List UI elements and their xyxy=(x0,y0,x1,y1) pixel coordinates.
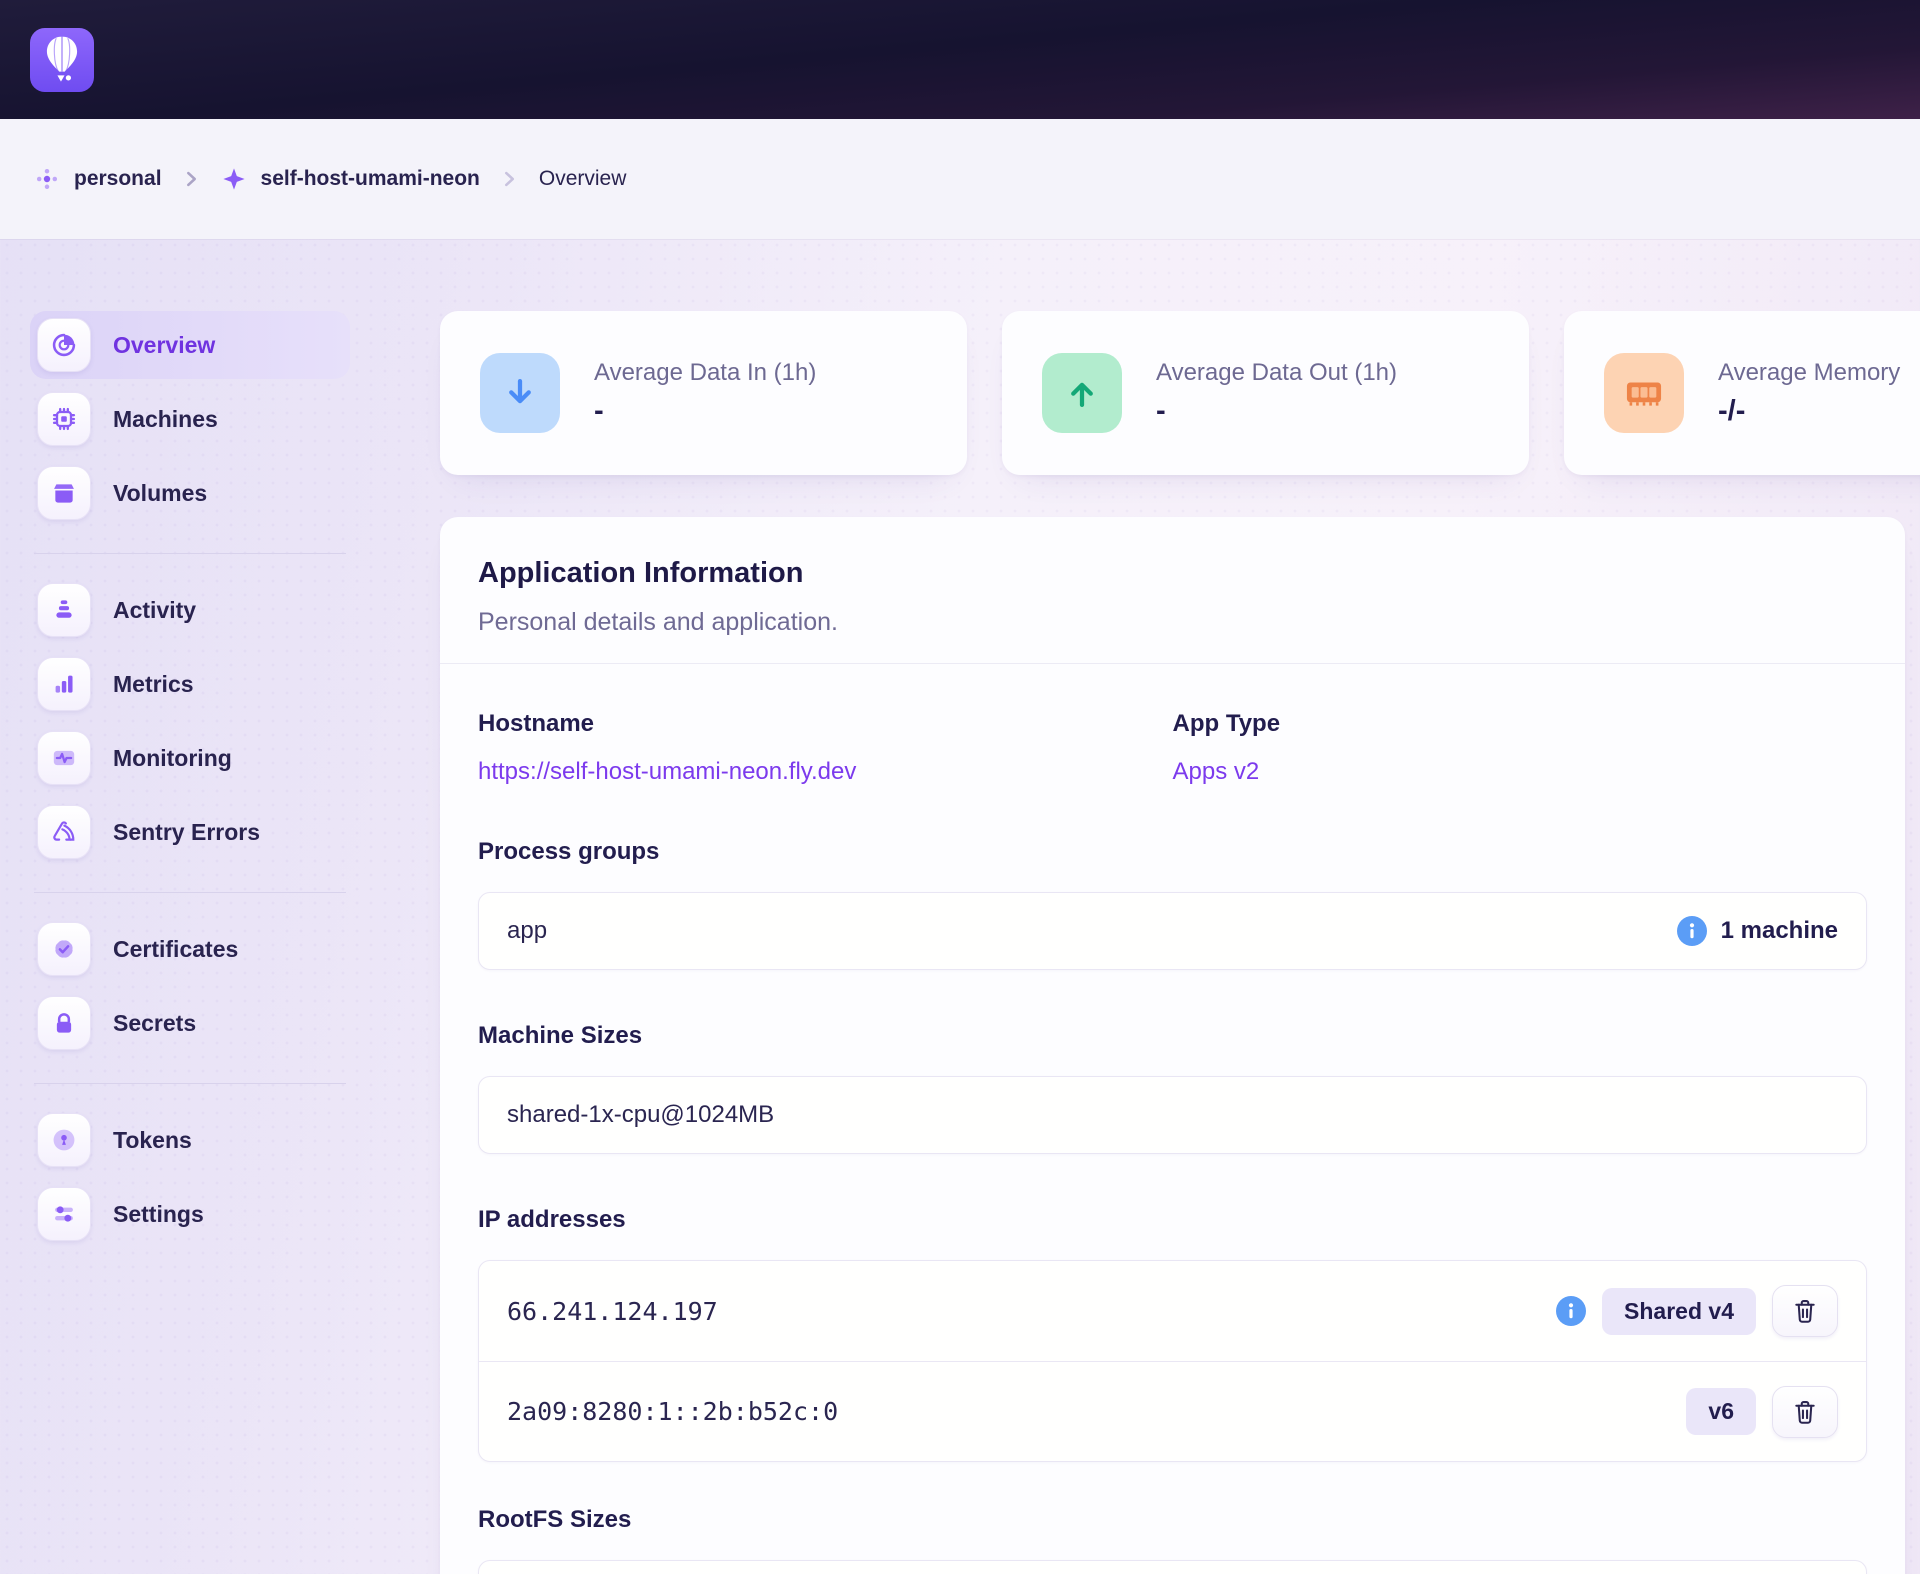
hostname-apptype-row: Hostname https://self-host-umami-neon.fl… xyxy=(478,710,1867,786)
organization-dots-icon xyxy=(34,166,60,192)
stat-label: Average Data Out (1h) xyxy=(1156,359,1397,387)
breadcrumb-page: Overview xyxy=(539,167,627,191)
sliders-icon xyxy=(37,1187,91,1241)
fly-logo-icon[interactable] xyxy=(30,28,94,92)
upload-icon xyxy=(1042,353,1122,433)
process-group-row: app 1 machine xyxy=(478,892,1867,970)
sidebar-item-volumes[interactable]: Volumes xyxy=(30,459,350,527)
stat-card-memory: Average Memory -/- xyxy=(1564,311,1920,475)
overview-gauge-icon xyxy=(37,318,91,372)
ipv4-address: 66.241.124.197 xyxy=(507,1297,718,1326)
sidebar-item-label: Metrics xyxy=(113,671,194,698)
sidebar-item-machines[interactable]: Machines xyxy=(30,385,350,453)
sidebar-item-overview[interactable]: Overview xyxy=(30,311,350,379)
certificate-seal-icon xyxy=(37,922,91,976)
ipv6-address: 2a09:8280:1::2b:b52c:0 xyxy=(507,1397,838,1426)
machine-sizes-section: Machine Sizes shared-1x-cpu@1024MB xyxy=(478,1022,1867,1154)
process-groups-section: Process groups app 1 machine xyxy=(478,838,1867,970)
breadcrumb: personal self-host-umami-neon Overview xyxy=(0,119,1920,239)
info-icon[interactable] xyxy=(1556,1296,1586,1326)
sidebar-item-secrets[interactable]: Secrets xyxy=(30,989,350,1057)
application-information-card: Application Information Personal details… xyxy=(440,517,1905,1574)
stat-value: -/- xyxy=(1718,395,1900,428)
sidebar-item-activity[interactable]: Activity xyxy=(30,576,350,644)
sidebar-item-settings[interactable]: Settings xyxy=(30,1180,350,1248)
keyhole-icon xyxy=(37,1113,91,1167)
download-icon xyxy=(480,353,560,433)
sidebar: Overview Machines xyxy=(30,311,350,1574)
stat-label: Average Data In (1h) xyxy=(594,359,816,387)
sidebar-item-label: Overview xyxy=(113,332,215,359)
sidebar-item-monitoring[interactable]: Monitoring xyxy=(30,724,350,792)
sidebar-item-label: Secrets xyxy=(113,1010,196,1037)
ip-address-row: 66.241.124.197 Shared v4 xyxy=(479,1261,1866,1361)
ip-type-badge: Shared v4 xyxy=(1602,1288,1756,1335)
activity-stack-icon xyxy=(37,583,91,637)
stats-row: Average Data In (1h) - Average Data Out … xyxy=(440,311,1920,475)
app-type-label: App Type xyxy=(1173,710,1868,738)
stat-card-data-in: Average Data In (1h) - xyxy=(440,311,967,475)
machine-sizes-label: Machine Sizes xyxy=(478,1022,1867,1050)
sidebar-divider xyxy=(34,892,346,893)
card-title: Application Information xyxy=(478,557,1867,590)
sidebar-item-label: Activity xyxy=(113,597,196,624)
process-group-machine-count: 1 machine xyxy=(1721,917,1838,945)
sidebar-item-tokens[interactable]: Tokens xyxy=(30,1106,350,1174)
sidebar-item-certificates[interactable]: Certificates xyxy=(30,915,350,983)
top-navigation-bar xyxy=(0,0,1920,119)
padlock-icon xyxy=(37,996,91,1050)
sidebar-item-label: Certificates xyxy=(113,936,238,963)
delete-ip-button[interactable] xyxy=(1772,1386,1838,1438)
breadcrumb-org[interactable]: personal xyxy=(74,167,162,191)
main-content: Average Data In (1h) - Average Data Out … xyxy=(350,311,1920,1574)
sidebar-item-label: Volumes xyxy=(113,480,207,507)
ip-addresses-section: IP addresses 66.241.124.197 Shared v4 xyxy=(478,1206,1867,1462)
rootfs-sizes-section: RootFS Sizes 471 MB 1 machine xyxy=(478,1506,1867,1574)
rootfs-size-row: 471 MB 1 machine xyxy=(478,1560,1867,1574)
sentry-logo-icon xyxy=(37,805,91,859)
card-subtitle: Personal details and application. xyxy=(478,608,1867,637)
hostname-link[interactable]: https://self-host-umami-neon.fly.dev xyxy=(478,758,856,786)
sparkle-icon xyxy=(221,166,247,192)
ip-type-badge: v6 xyxy=(1686,1388,1756,1435)
stat-value: - xyxy=(594,395,816,428)
sidebar-item-metrics[interactable]: Metrics xyxy=(30,650,350,718)
sidebar-item-label: Monitoring xyxy=(113,745,232,772)
sidebar-divider xyxy=(34,553,346,554)
sidebar-item-label: Sentry Errors xyxy=(113,819,260,846)
sidebar-item-label: Settings xyxy=(113,1201,204,1228)
sidebar-item-label: Machines xyxy=(113,406,218,433)
sidebar-item-label: Tokens xyxy=(113,1127,192,1154)
chevron-right-icon xyxy=(502,167,517,191)
info-icon[interactable] xyxy=(1677,916,1707,946)
process-groups-label: Process groups xyxy=(478,838,1867,866)
hostname-label: Hostname xyxy=(478,710,1173,738)
stat-card-data-out: Average Data Out (1h) - xyxy=(1002,311,1529,475)
ip-addresses-label: IP addresses xyxy=(478,1206,1867,1234)
memory-icon xyxy=(1604,353,1684,433)
stat-label: Average Memory xyxy=(1718,359,1900,387)
chevron-right-icon xyxy=(184,167,199,191)
machine-size-value: shared-1x-cpu@1024MB xyxy=(507,1101,774,1129)
breadcrumb-app[interactable]: self-host-umami-neon xyxy=(261,167,480,191)
sidebar-item-sentry-errors[interactable]: Sentry Errors xyxy=(30,798,350,866)
storage-box-icon xyxy=(37,466,91,520)
process-group-name: app xyxy=(507,917,547,945)
cpu-chip-icon xyxy=(37,392,91,446)
pulse-monitor-icon xyxy=(37,731,91,785)
ip-address-row: 2a09:8280:1::2b:b52c:0 v6 xyxy=(479,1361,1866,1461)
sidebar-divider xyxy=(34,1083,346,1084)
rootfs-sizes-label: RootFS Sizes xyxy=(478,1506,1867,1534)
stat-value: - xyxy=(1156,395,1397,428)
delete-ip-button[interactable] xyxy=(1772,1285,1838,1337)
app-type-link[interactable]: Apps v2 xyxy=(1173,758,1260,786)
bar-chart-icon xyxy=(37,657,91,711)
machine-size-row: shared-1x-cpu@1024MB xyxy=(478,1076,1867,1154)
